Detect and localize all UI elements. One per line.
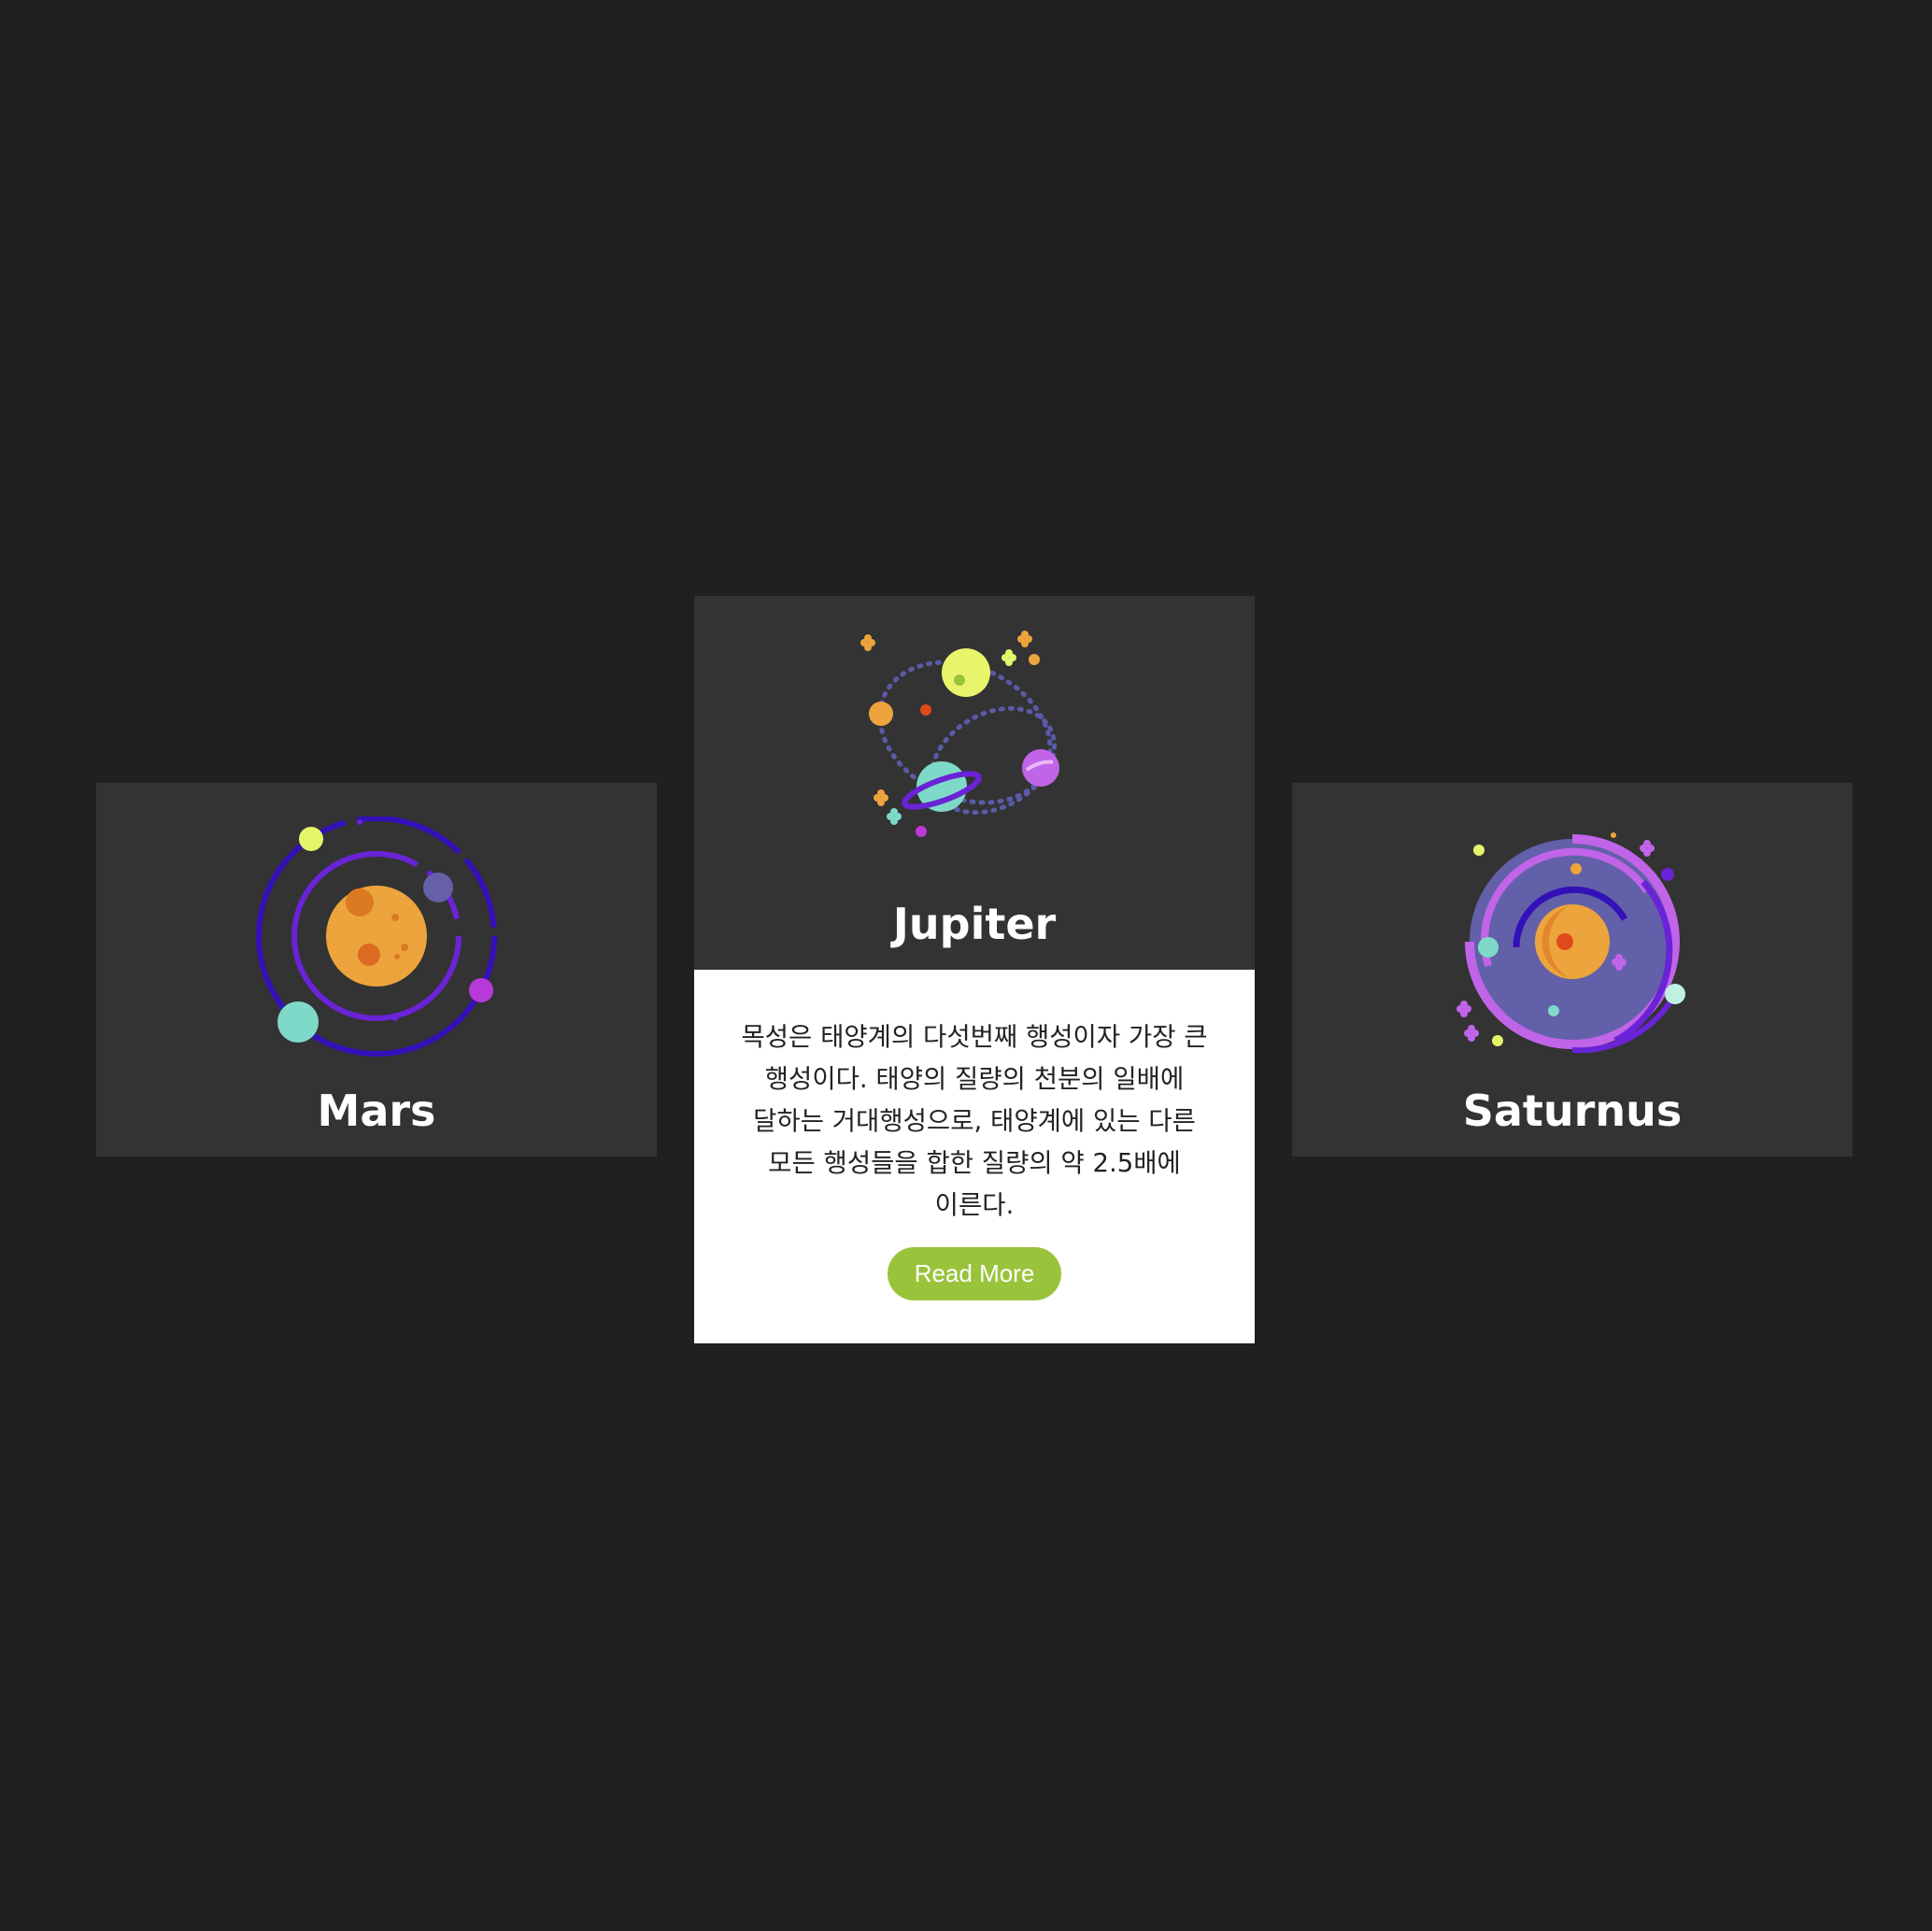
card-jupiter[interactable]: Jupiter 목성은 태양계의 다섯번째 행성이자 가장 큰 행성이다. 태양… [694,596,1255,1343]
card-face: Saturnus [1292,783,1853,1157]
card-saturnus[interactable]: Saturnus [1292,783,1853,1157]
read-more-button[interactable]: Read More [888,1247,1061,1300]
solar-system-orbit-icon [256,816,497,1057]
card-description: 목성은 태양계의 다섯번째 행성이자 가장 큰 행성이다. 태양의 질량의 천분… [741,1022,1208,1220]
card-title: Mars [317,1086,436,1136]
galaxy-spiral-icon [1456,832,1685,1054]
card-face: Mars [96,783,657,1157]
card-mars[interactable]: Mars [96,783,657,1157]
card-title: Jupiter [892,899,1057,949]
card-title: Saturnus [1462,1086,1683,1136]
card-details: 목성은 태양계의 다섯번째 행성이자 가장 큰 행성이다. 태양의 질량의 천분… [694,970,1255,1343]
planets-dotted-orbits-icon [860,631,1059,837]
card-face: Jupiter [694,596,1255,970]
